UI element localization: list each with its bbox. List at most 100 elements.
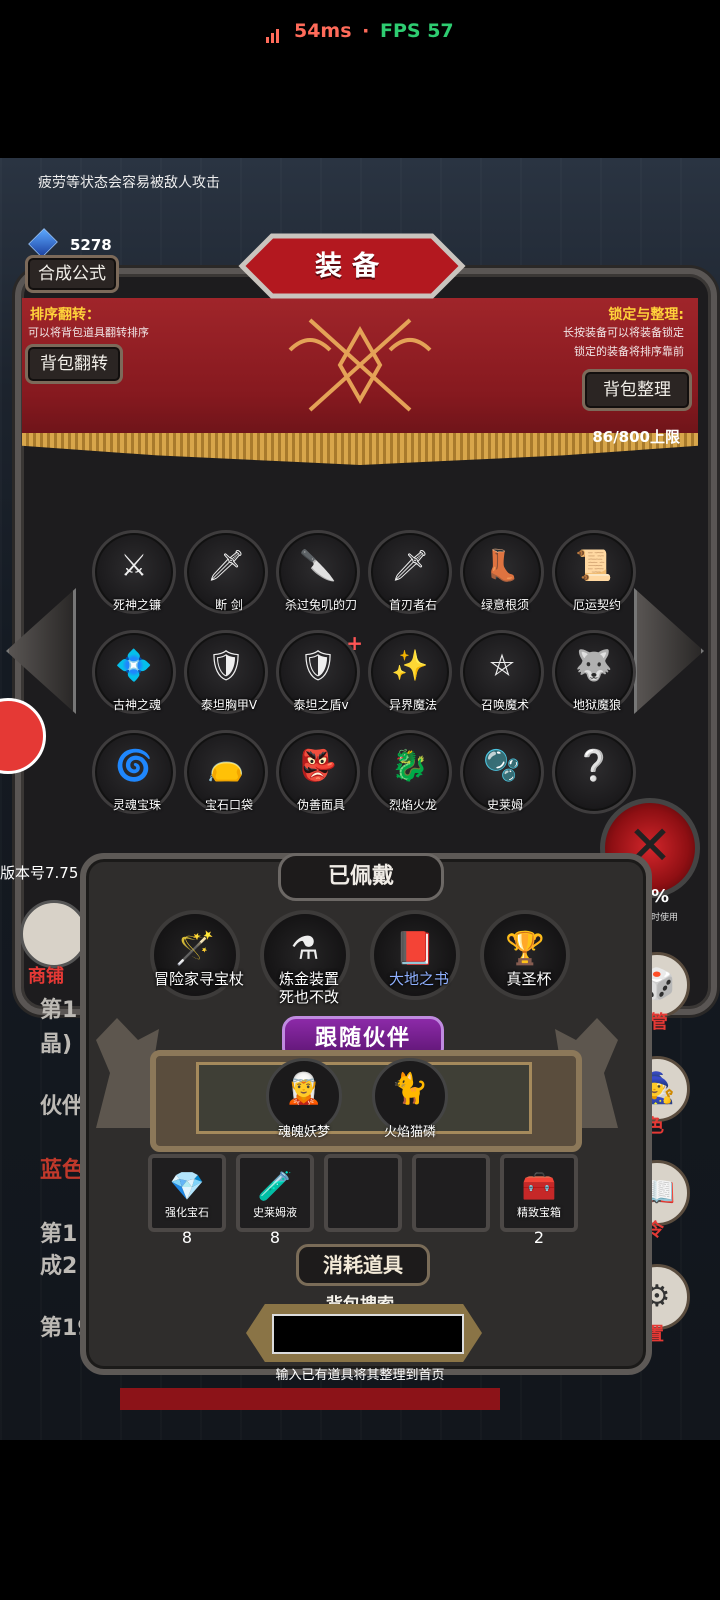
inventory-item[interactable]: 🗡 首刃者右	[368, 530, 452, 614]
background-text-2: 晶)	[40, 1032, 73, 1057]
side-menu-label[interactable]: 管	[650, 1008, 668, 1034]
pentagram-icon: ⛤	[490, 648, 514, 684]
wolf-icon: 🐺	[575, 648, 613, 684]
bag-capacity: 86/800上限	[592, 428, 680, 446]
inventory-item[interactable]: 📜 厄运契约	[552, 530, 636, 614]
consumable-slot[interactable]: 🧰 精致宝箱 2	[500, 1154, 578, 1247]
boots-icon: 👢	[483, 548, 521, 584]
consumable-label: 精致宝箱	[517, 1206, 561, 1219]
consumable-label: 史莱姆液	[253, 1206, 297, 1219]
inventory-item[interactable]: ✨ 异界魔法	[368, 630, 452, 714]
lock-desc-1: 长按装备可以将装备锁定	[563, 326, 684, 339]
shield-icon: 🛡	[298, 648, 338, 684]
inventory-item[interactable]: 🛡 泰坦胸甲V	[184, 630, 268, 714]
search-hint: 输入已有道具将其整理到首页	[275, 1368, 445, 1383]
inventory-item[interactable]: 🐉 烈焰火龙	[368, 730, 452, 814]
inventory-item-label: 灵魂宝珠	[112, 798, 161, 812]
inventory-item[interactable]: 🗡 断 剑	[184, 530, 268, 614]
bag-search-input[interactable]	[272, 1314, 464, 1354]
consumable-slot-empty[interactable]	[324, 1154, 402, 1232]
inventory-item[interactable]: 🌀 灵魂宝珠	[92, 730, 176, 814]
background-text-5: 第1	[40, 1222, 78, 1247]
companion-slot[interactable]: 🐈 火焰猫磷	[372, 1058, 448, 1140]
inventory-item[interactable]: 👢 绿意根须	[460, 530, 544, 614]
inventory-item[interactable]: 💠 古神之魂	[92, 630, 176, 714]
companion-youmu-icon: 🧝	[285, 1071, 323, 1107]
consumable-slot[interactable]: 🧪 史莱姆液 8	[236, 1154, 314, 1247]
inventory-item-label: 异界魔法	[388, 698, 437, 712]
equipped-item[interactable]: 📕 大地之书	[370, 910, 460, 1000]
broken-sword-icon: 🗡	[206, 548, 246, 584]
mask-icon: 👺	[299, 748, 337, 784]
inventory-item-label: 史莱姆	[486, 798, 523, 812]
recipe-button[interactable]: 合成公式	[25, 255, 119, 293]
inventory-item-label: 召唤魔术	[480, 698, 529, 712]
upgrade-plus-icon: +	[346, 631, 363, 655]
consumable-count: 2	[533, 1228, 545, 1247]
companion-slot[interactable]: 🧝 魂魄妖梦	[266, 1058, 342, 1140]
scroll-icon: 📜	[575, 548, 613, 584]
inventory-item-label: 绿意根须	[480, 598, 529, 612]
sort-title: 排序翻转：	[30, 307, 100, 323]
flip-bag-button[interactable]: 背包翻转	[25, 344, 123, 384]
item-grid: ⚔ 死神之镰 🗡 断 剑 🔪 杀过兔叽的刀 🗡 首刃者右 👢 绿意根须 📜 厄运契约 💠 古神之魂 🛡 泰坦胸…	[92, 530, 636, 850]
blade-icon: 🗡	[390, 548, 430, 584]
inventory-item-label: 泰坦胸甲V	[200, 698, 258, 712]
equipped-item-label: 真圣杯	[506, 970, 552, 988]
inventory-item[interactable]: 👝 宝石口袋	[184, 730, 268, 814]
consumables-title: 消耗道具	[296, 1244, 430, 1286]
shop-label[interactable]: 商铺	[28, 962, 64, 988]
inventory-item[interactable]: 🐺 地狱魔狼	[552, 630, 636, 714]
inventory-item[interactable]: 🔪 杀过兔叽的刀	[276, 530, 360, 614]
companion-label: 火焰猫磷	[383, 1125, 436, 1140]
inventory-item[interactable]: 🛡 泰坦之盾v +	[276, 630, 363, 714]
inventory-item[interactable]: ⛤ 召唤魔术	[460, 630, 544, 714]
consumable-count: 8	[269, 1228, 281, 1247]
separator: ·	[362, 20, 370, 42]
background-text-3: 伙伴	[40, 1094, 85, 1119]
equipped-item[interactable]: 🏆 真圣杯	[480, 910, 570, 1000]
game-viewport: 疲劳等状态会容易被敌人攻击 5278 装备 合成公式 排序翻转： 可以将背包道具…	[0, 158, 720, 1440]
inventory-item-label: 断 剑	[215, 598, 243, 612]
slime-icon: 🫧	[483, 748, 521, 784]
inventory-item-label: 古神之魂	[112, 698, 161, 712]
equipped-item[interactable]: 🪄 冒险家寻宝杖	[150, 910, 244, 1000]
consumable-slot-empty[interactable]	[412, 1154, 490, 1232]
shop-icon[interactable]	[20, 900, 88, 968]
companion-rin-icon: 🐈	[391, 1071, 429, 1107]
signal-icon	[266, 21, 281, 43]
gem-count: 5278	[70, 236, 112, 254]
inventory-item-label: 厄运契约	[572, 598, 621, 612]
ping-value: 54ms	[293, 20, 352, 42]
consumable-slot[interactable]: 💎 强化宝石 8	[148, 1154, 226, 1247]
inventory-item-label: 伪善面具	[296, 798, 345, 812]
inventory-item-label: 杀过兔叽的刀	[284, 598, 357, 612]
armor-icon: 🛡	[206, 648, 246, 684]
gem-icon: 💎	[169, 1169, 205, 1203]
inventory-item[interactable]: 👺 伪善面具	[276, 730, 360, 814]
companion-label: 魂魄妖梦	[277, 1125, 330, 1140]
background-text-1: 第1	[40, 998, 78, 1023]
chest-icon: 🧰	[521, 1169, 557, 1203]
bug-icon: ❔	[575, 748, 613, 784]
scythe-icon: ⚔	[120, 548, 148, 584]
grail-icon: 🏆	[505, 929, 545, 968]
panel-title: 装备	[315, 251, 389, 282]
inventory-item[interactable]: ❔	[552, 730, 636, 814]
inventory-item-label: 地狱魔狼	[572, 698, 621, 712]
bottom-bar	[120, 1388, 500, 1410]
staff-icon: 🪄	[175, 929, 215, 968]
inventory-item[interactable]: ⚔ 死神之镰	[92, 530, 176, 614]
inventory-item[interactable]: 🫧 史莱姆	[460, 730, 544, 814]
lock-title: 锁定与整理:	[608, 307, 684, 323]
book-icon: 📕	[395, 929, 435, 968]
fps-value: FPS 57	[380, 20, 454, 42]
tidy-bag-button[interactable]: 背包整理	[582, 369, 692, 411]
inventory-item-label: 烈焰火龙	[388, 798, 437, 812]
equipped-item[interactable]: ⚗ 炼金装置 死也不改	[260, 910, 350, 1006]
crossed-swords-emblem-icon	[288, 318, 432, 412]
sort-desc: 可以将背包道具翻转排序	[28, 326, 149, 339]
inventory-item-label: 泰坦之盾v	[293, 698, 349, 712]
network-status: 54ms · FPS 57	[0, 20, 720, 43]
inventory-item-label: 宝石口袋	[204, 798, 253, 812]
